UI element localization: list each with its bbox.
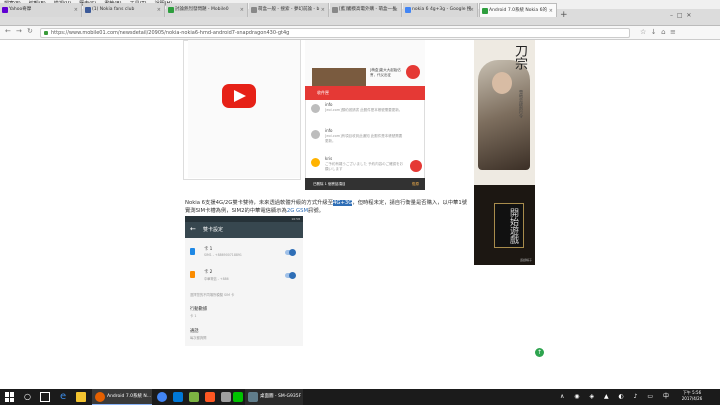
snackbar: 已刪除 1 個會話項目 復原 (305, 178, 425, 190)
home-icon[interactable]: ⌂ (661, 28, 665, 36)
camera-fab-icon (406, 65, 420, 79)
url-input[interactable]: https://www.mobile01.com/newsdetail/2090… (40, 28, 630, 38)
lock-icon (44, 31, 48, 35)
compose-fab-icon (410, 160, 422, 172)
mobile01-icon (168, 7, 174, 13)
ad-logo: 遊戲橘子 (520, 258, 533, 262)
mail-item: info [eol.com]有項目收到此通知 此郵件是本帳號需要更新。 (305, 128, 425, 152)
tab-yahoo[interactable]: Yahoo奇摩 × (0, 3, 82, 17)
settings-toolbar: 雙卡設定 (185, 222, 303, 238)
window-controls: – □ ✕ (670, 12, 691, 19)
scroll-top-button[interactable]: ↑ (535, 348, 544, 357)
line-icon[interactable] (233, 392, 243, 402)
play-icon (234, 90, 246, 102)
edge-icon[interactable]: e (60, 389, 66, 405)
game-thumbnail (312, 68, 366, 86)
app-icon[interactable] (205, 392, 215, 402)
ad-character-face (492, 72, 512, 94)
clock[interactable]: 下午 5:56 2017/4/26 (676, 390, 708, 402)
task-view-icon[interactable] (40, 392, 50, 402)
reload-icon[interactable]: ↻ (27, 27, 33, 35)
tab-search[interactable]: 萌盒一般 - 搜索 - 夢幻前論 - b × (249, 3, 329, 17)
mobile-data-option: 行動數據卡 1 (190, 307, 208, 318)
chrome-icon[interactable] (157, 392, 167, 402)
sim1-toggle (285, 249, 296, 256)
page-icon (332, 7, 338, 13)
tab-nokia-fans[interactable]: (1) Nokia fans club × (83, 3, 165, 17)
avatar (311, 158, 320, 167)
back-icon[interactable]: ← (5, 27, 11, 35)
download-icon[interactable]: ↓ (651, 28, 657, 36)
page-icon (251, 7, 257, 13)
tab-purchase[interactable]: [藍]觸摸高電外購 - 萌盒一長 × (330, 3, 402, 17)
ad-start-button[interactable]: 開始遊戲 (494, 203, 524, 248)
maximize-icon[interactable]: □ (677, 12, 683, 19)
article-paragraph: Nokia 6支援4G/2G雙卡雙待，未來透過軟體升級的方式升級至4G+3G，但… (185, 200, 468, 214)
taskbar-desktop-label: 桌面圖 - SM-G935F (260, 394, 302, 399)
firefox-icon (95, 392, 105, 402)
video-area (188, 40, 300, 178)
file-explorer-icon[interactable] (76, 392, 86, 402)
settings-note: 選擇您的不同場所模擬 SIM 卡 (190, 293, 235, 297)
thumbnail-caption: [萌盒]能大大起始佔會，代父出征 (370, 68, 401, 77)
toolbar-icons: ☆ ↓ ⌂ ≡ (640, 28, 676, 36)
tab-active-android[interactable]: Android 7.0系統 Nokia 6的 × (479, 3, 557, 17)
star-icon[interactable]: ☆ (640, 28, 646, 36)
taskbar-firefox-label: Android 7.0系統 N... (107, 394, 151, 399)
close-icon[interactable]: × (157, 3, 161, 17)
sim1-row: 卡 1 SIM1 - +886900718891 (185, 242, 303, 264)
calls-option: 通話 每次都詢問 (190, 329, 207, 340)
close-icon[interactable]: × (74, 3, 78, 17)
forward-icon[interactable]: → (16, 27, 22, 35)
inbox-toolbar: 收件匣 (305, 86, 425, 100)
close-icon[interactable]: × (549, 4, 553, 17)
close-icon[interactable]: × (470, 3, 474, 17)
menu-icon[interactable]: ≡ (670, 28, 676, 36)
avatar (311, 104, 320, 113)
window-icon (248, 392, 258, 402)
app-icon[interactable] (173, 392, 183, 402)
mail-item: info [eol.com]預約邀請書 此郵件是本帳號需要更新。 (305, 102, 425, 126)
back-arrow-icon: ← (190, 225, 196, 233)
app-icon[interactable] (189, 392, 199, 402)
sim2-toggle (285, 272, 296, 279)
close-icon[interactable]: × (394, 3, 398, 17)
facebook-icon (85, 7, 91, 13)
window-close-icon[interactable]: ✕ (686, 12, 691, 19)
sim-icon (190, 271, 195, 278)
mail-item: kris ご予約有難うございました 予約内容のご確認をお願いします (305, 156, 425, 176)
highlighted-text: 2G GSM (286, 208, 309, 214)
windows-start-icon[interactable] (5, 392, 15, 402)
yahoo-icon (2, 7, 8, 13)
highlighted-text: 4G+3G (333, 200, 353, 206)
sim-icon (190, 248, 195, 255)
system-tray-icons[interactable]: ∧ ◉ ◈ ▲ ◐ ♪ ▭ 中 (560, 389, 673, 405)
google-icon (405, 7, 411, 13)
close-icon[interactable]: × (321, 3, 325, 17)
ad-title: 刀宗 (512, 44, 527, 70)
app-icon[interactable] (221, 392, 231, 402)
search-icon[interactable]: ○ (24, 389, 31, 405)
tab-google[interactable]: nokia 6 4g+3g - Google 搜 × (403, 3, 478, 17)
tab-mobile01-forum[interactable]: 討論熱烈發問題 - Mobile0 × (166, 3, 248, 17)
minimize-icon[interactable]: – (670, 12, 673, 19)
avatar (311, 130, 320, 139)
close-icon[interactable]: × (240, 3, 244, 17)
mobile01-icon (482, 8, 488, 14)
new-tab-button[interactable]: + (560, 10, 568, 20)
sim2-row: 卡 2 中華電信 - +886 (185, 265, 303, 287)
ad-subtitle: 雪地恋錄劍行令 (519, 90, 524, 118)
